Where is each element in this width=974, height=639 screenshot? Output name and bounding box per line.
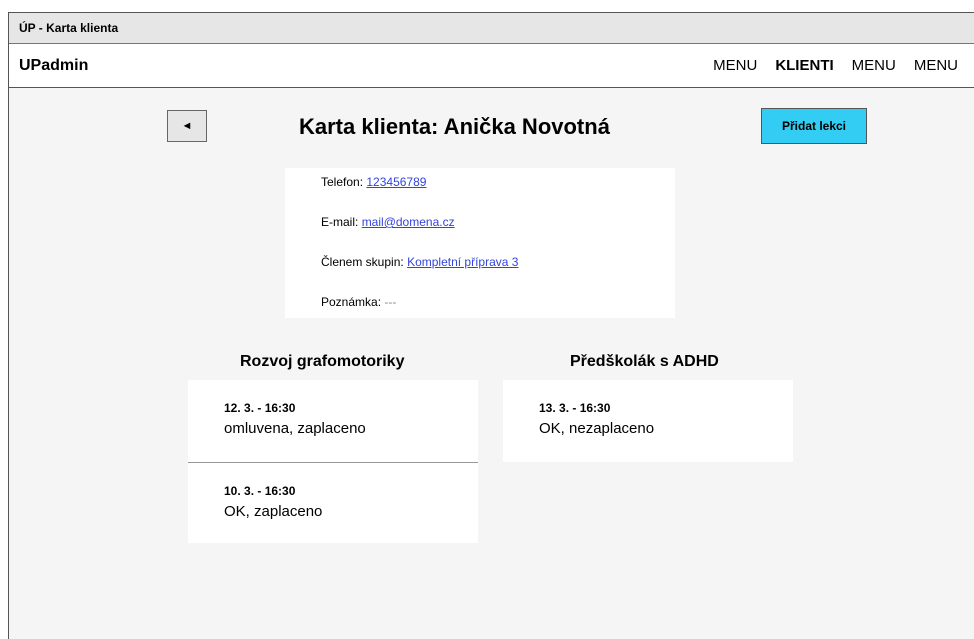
groups-label: Členem skupin:: [321, 255, 404, 269]
phone-row: Telefon: 123456789: [321, 175, 675, 215]
lesson-status: OK, nezaplaceno: [539, 420, 655, 437]
page-title: Karta klienta: Anička Novotná: [299, 114, 610, 139]
lesson-date: 12. 3. - 16:30: [224, 401, 296, 415]
lesson-item[interactable]: 10. 3. - 16:30 OK, zaplaceno: [188, 462, 478, 543]
course-title-grafomotorika: Rozvoj grafomotoriky: [240, 353, 405, 370]
course-title-adhd: Předškolák s ADHD: [570, 353, 719, 370]
window-titlebar: ÚP - Karta klienta: [9, 13, 974, 44]
lesson-item[interactable]: 13. 3. - 16:30 OK, nezaplaceno: [503, 380, 793, 462]
note-value: ---: [384, 295, 397, 309]
nav-item-menu-1[interactable]: MENU: [713, 57, 757, 74]
groups-row: Členem skupin: Kompletní příprava 3: [321, 255, 675, 295]
app-brand[interactable]: UPadmin: [19, 57, 88, 75]
main-content: ◄ Karta klienta: Anička Novotná Přidat l…: [9, 88, 974, 639]
lesson-status: OK, zaplaceno: [224, 503, 323, 520]
client-info-card: Telefon: 123456789 E-mail: mail@domena.c…: [285, 168, 675, 318]
nav-item-menu-3[interactable]: MENU: [914, 57, 958, 74]
note-row: Poznámka: ---: [321, 295, 675, 335]
main-nav: MENU KLIENTI MENU MENU: [695, 57, 958, 74]
note-label: Poznámka:: [321, 295, 382, 309]
back-button[interactable]: ◄: [167, 110, 207, 142]
back-arrow-icon: ◄: [181, 120, 193, 132]
lesson-date: 10. 3. - 16:30: [224, 484, 296, 498]
lesson-status: omluvena, zaplaceno: [224, 420, 366, 437]
nav-item-menu-2[interactable]: MENU: [852, 57, 896, 74]
nav-item-klienti[interactable]: KLIENTI: [775, 57, 833, 74]
phone-link[interactable]: 123456789: [366, 175, 426, 189]
email-label: E-mail:: [321, 215, 359, 229]
app-header: UPadmin MENU KLIENTI MENU MENU: [9, 44, 974, 88]
lesson-item[interactable]: 12. 3. - 16:30 omluvena, zaplaceno: [188, 380, 478, 462]
lesson-list-grafomotorika: 12. 3. - 16:30 omluvena, zaplaceno 10. 3…: [188, 380, 478, 543]
app-window: ÚP - Karta klienta UPadmin MENU KLIENTI …: [8, 12, 974, 639]
window-title: ÚP - Karta klienta: [19, 21, 119, 35]
lesson-date: 13. 3. - 16:30: [539, 401, 611, 415]
email-link[interactable]: mail@domena.cz: [362, 215, 455, 229]
lesson-list-adhd: 13. 3. - 16:30 OK, nezaplaceno: [503, 380, 793, 462]
add-lesson-button[interactable]: Přidat lekci: [761, 108, 867, 144]
phone-label: Telefon:: [321, 175, 364, 189]
email-row: E-mail: mail@domena.cz: [321, 215, 675, 255]
group-link[interactable]: Kompletní příprava 3: [407, 255, 518, 269]
